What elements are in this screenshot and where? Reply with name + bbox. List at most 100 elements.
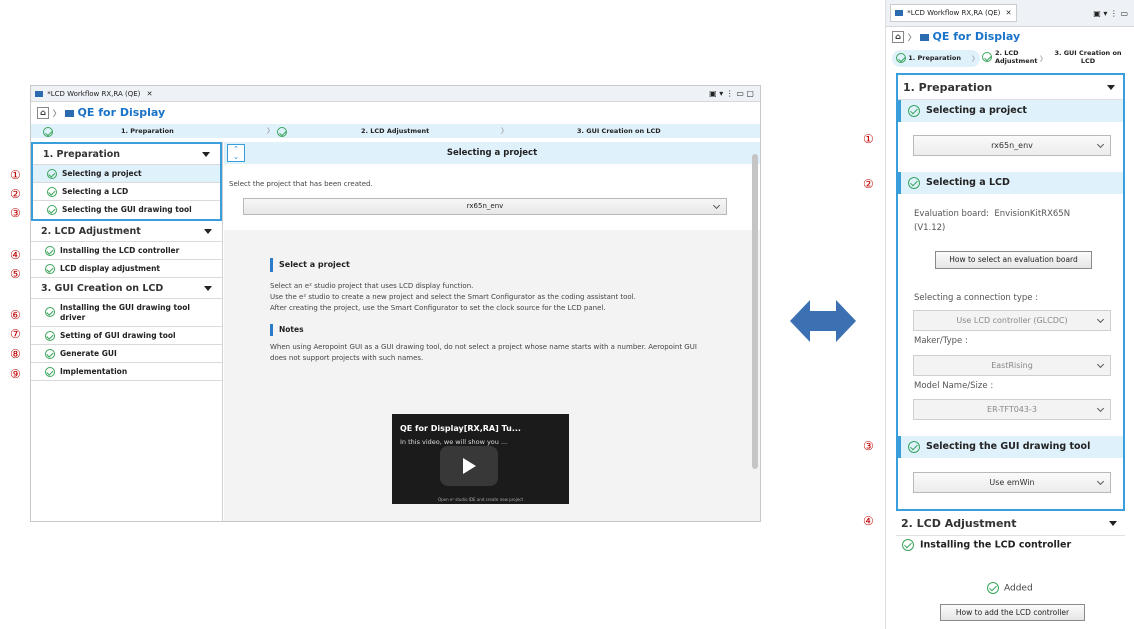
chevron-down-icon: [712, 201, 721, 210]
check-icon: [896, 53, 906, 63]
nav-up-down-button[interactable]: ⌃ ⌄: [227, 144, 245, 162]
close-icon[interactable]: ✕: [147, 90, 153, 98]
sidebar-item[interactable]: Selecting a LCD: [33, 183, 220, 201]
sidebar-item[interactable]: LCD display adjustment: [31, 260, 222, 278]
tutorial-video[interactable]: QE for Display[RX,RA] Tu... In this vide…: [392, 414, 569, 504]
connection-type-select[interactable]: Use LCD controller (GLCDC): [913, 310, 1111, 331]
window-tab[interactable]: *LCD Workflow RX,RA (QE) ✕: [35, 86, 153, 102]
window-controls[interactable]: ▣ ▾ ⋮ ▭ ▢: [709, 86, 754, 102]
page-title: QE for Display: [932, 30, 1021, 43]
scrollbar[interactable]: [752, 148, 758, 516]
step-bar: 1. Preparation 〉 2. LCD Adjustment 〉 3. …: [31, 124, 760, 138]
play-icon: [463, 458, 476, 474]
step-2[interactable]: 2. LCD Adjustment: [361, 124, 429, 138]
project-select[interactable]: rx65n_env: [913, 135, 1111, 156]
page-header: ⌂ 〉 QE for Display: [886, 27, 1134, 47]
gui-tool-select[interactable]: Use emWin: [913, 472, 1111, 493]
play-button[interactable]: [440, 446, 498, 486]
left-workflow-window: *LCD Workflow RX,RA (QE) ✕ ▣ ▾ ⋮ ▭ ▢ ⌂ 〉…: [30, 85, 761, 522]
breadcrumb-chevron-icon: 〉: [907, 33, 916, 42]
check-icon: [47, 169, 57, 179]
section-lcd-adjustment[interactable]: 2. LCD Adjustment: [31, 221, 222, 242]
sidebar-item[interactable]: Generate GUI: [31, 345, 222, 363]
page-title: QE for Display: [77, 106, 166, 119]
check-icon: [47, 205, 57, 215]
sidebar-item[interactable]: Installing the GUI drawing tool driver: [31, 299, 222, 327]
evaluation-board-label: Evaluation board: EnvisionKitRX65N: [914, 209, 1071, 219]
double-arrow-icon: [790, 300, 856, 342]
check-icon: [45, 246, 55, 256]
right-workflow-panel: *LCD Workflow RX,RA (QE) ✕ ▣ ▾ ⋮ ▭ ⌂ 〉 Q…: [885, 0, 1134, 629]
left-sidebar: 1. Preparation Selecting a project Selec…: [31, 142, 223, 521]
model-name-label: Model Name/Size :: [914, 381, 994, 391]
home-icon[interactable]: ⌂: [37, 107, 49, 119]
check-icon: [982, 52, 992, 62]
sub-selecting-project: Selecting a project: [898, 100, 1123, 122]
check-icon: [45, 367, 55, 377]
right-titlebar: *LCD Workflow RX,RA (QE) ✕ ▣ ▾ ⋮ ▭: [886, 0, 1134, 27]
sub-selecting-lcd: Selecting a LCD: [898, 172, 1123, 194]
left-titlebar: *LCD Workflow RX,RA (QE) ✕ ▣ ▾ ⋮ ▭ ▢: [31, 86, 760, 102]
close-icon[interactable]: ✕: [1006, 9, 1012, 17]
home-icon[interactable]: ⌂: [892, 31, 904, 43]
marker-6: ⑥: [10, 308, 21, 322]
marker-2: ②: [10, 187, 21, 201]
connection-type-label: Selecting a connection type :: [914, 293, 1039, 303]
step-3[interactable]: 3. GUI Creation on LCD: [1046, 49, 1130, 65]
check-icon: [45, 264, 55, 274]
help-heading: Select a project: [270, 258, 700, 272]
help-text-3: After creating the project, use the Smar…: [270, 304, 606, 312]
marker-5: ⑤: [10, 267, 21, 281]
sidebar-item[interactable]: Setting of GUI drawing tool: [31, 327, 222, 345]
sidebar-item[interactable]: Implementation: [31, 363, 222, 381]
how-to-select-board-button[interactable]: How to select an evaluation board: [935, 251, 1092, 269]
evaluation-board-version: (V1.12): [914, 223, 946, 233]
video-subtitle: In this video, we will show you ...: [400, 438, 508, 446]
check-icon: [902, 539, 914, 551]
step-3[interactable]: 3. GUI Creation on LCD: [577, 124, 661, 138]
collapse-icon: [202, 152, 210, 157]
display-icon: [64, 109, 74, 117]
maker-type-label: Maker/Type :: [914, 336, 968, 346]
video-caption: Open e² studio IDE and create new projec…: [437, 497, 524, 502]
model-name-select[interactable]: ER-TFT043-3: [913, 399, 1111, 420]
step-separator-icon: 〉: [972, 55, 979, 63]
window-tab[interactable]: *LCD Workflow RX,RA (QE) ✕: [890, 4, 1017, 22]
chevron-down-icon: [1096, 140, 1105, 149]
how-to-add-lcd-controller-button[interactable]: How to add the LCD controller: [940, 604, 1085, 621]
marker-9: ⑨: [10, 367, 21, 381]
check-icon: [987, 582, 999, 594]
preparation-section: 1. Preparation Selecting a project rx65n…: [896, 73, 1125, 511]
step-bar: 1. Preparation 〉 2. LCD Adjustment 〉 3. …: [886, 47, 1134, 71]
section-preparation[interactable]: 1. Preparation: [898, 75, 1123, 100]
check-icon: [45, 349, 55, 359]
check-icon: [47, 187, 57, 197]
window-controls[interactable]: ▣ ▾ ⋮ ▭: [1093, 0, 1128, 27]
step-1[interactable]: 1. Preparation: [121, 124, 174, 138]
item-installing-lcd-controller[interactable]: Installing the LCD controller: [902, 539, 1071, 551]
monitor-icon: [895, 10, 903, 16]
marker-1: ①: [10, 168, 21, 182]
evaluation-board-value: EnvisionKitRX65N: [994, 209, 1071, 219]
section-preparation[interactable]: 1. Preparation: [33, 144, 220, 165]
check-icon: [908, 176, 920, 189]
step-2[interactable]: 2. LCD Adjustment: [982, 49, 1042, 65]
step-separator-icon: 〉: [267, 127, 274, 135]
maker-type-select[interactable]: EastRising: [913, 355, 1111, 376]
sub-selecting-gui-tool: Selecting the GUI drawing tool: [898, 436, 1123, 458]
collapse-icon: [204, 286, 212, 291]
project-select[interactable]: rx65n_env: [243, 198, 727, 215]
marker-right-2: ②: [863, 177, 874, 191]
section-gui-creation[interactable]: 3. GUI Creation on LCD: [31, 278, 222, 299]
step-check-icon: [43, 125, 53, 139]
sidebar-item[interactable]: Selecting a project: [33, 165, 220, 183]
step-1[interactable]: 1. Preparation: [892, 50, 980, 67]
section-lcd-adjustment[interactable]: 2. LCD Adjustment: [896, 511, 1125, 536]
added-status: Added: [987, 582, 1033, 594]
chevron-down-icon: [1096, 315, 1105, 324]
chevron-down-icon: [1096, 360, 1105, 369]
scrollbar-thumb[interactable]: [752, 154, 758, 469]
marker-4: ④: [10, 248, 21, 262]
sidebar-item[interactable]: Installing the LCD controller: [31, 242, 222, 260]
sidebar-item[interactable]: Selecting the GUI drawing tool: [33, 201, 220, 219]
